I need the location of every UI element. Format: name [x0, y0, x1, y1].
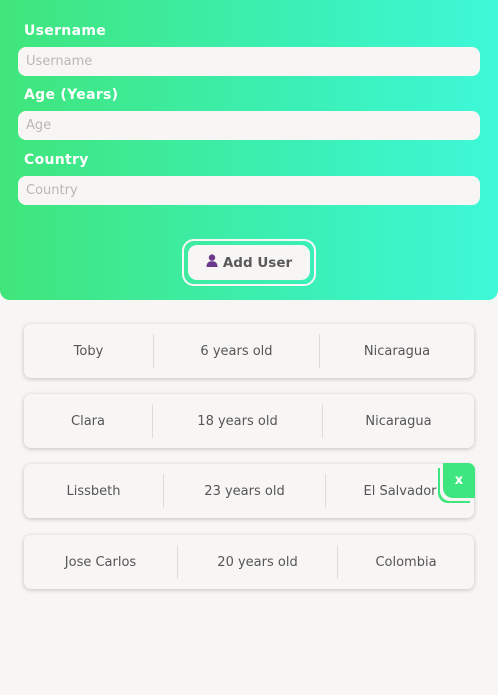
add-user-button-ring: Add User [182, 239, 316, 286]
user-age: 20 years old [177, 545, 337, 579]
username-input[interactable] [18, 47, 480, 76]
username-label: Username [24, 23, 106, 39]
user-icon [206, 254, 218, 271]
user-name: Toby [73, 343, 104, 359]
user-form-panel: Username Age (Years) Country Add User [0, 0, 498, 300]
user-card: Toby 6 years old Nicaragua [24, 324, 474, 378]
user-country: Nicaragua [322, 404, 474, 438]
country-input[interactable] [18, 176, 480, 205]
user-name: Jose Carlos [64, 554, 137, 570]
user-age: 23 years old [163, 474, 325, 508]
user-country: Nicaragua [319, 334, 474, 368]
user-name: Lissbeth [66, 483, 121, 499]
age-label: Age (Years) [24, 87, 119, 103]
add-user-button-label: Add User [222, 254, 293, 271]
user-card: Jose Carlos 20 years old Colombia [24, 535, 474, 589]
user-age: 6 years old [153, 334, 319, 368]
age-input[interactable] [18, 111, 480, 140]
user-card: Clara 18 years old Nicaragua [24, 394, 474, 448]
user-name: Clara [71, 413, 105, 429]
user-age: 18 years old [152, 404, 322, 438]
user-card: Lissbeth 23 years old El Salvador x [24, 463, 475, 518]
delete-user-button[interactable]: x [443, 463, 475, 498]
country-label: Country [24, 152, 89, 168]
user-country: Colombia [337, 545, 474, 579]
add-user-button[interactable]: Add User [188, 245, 310, 280]
